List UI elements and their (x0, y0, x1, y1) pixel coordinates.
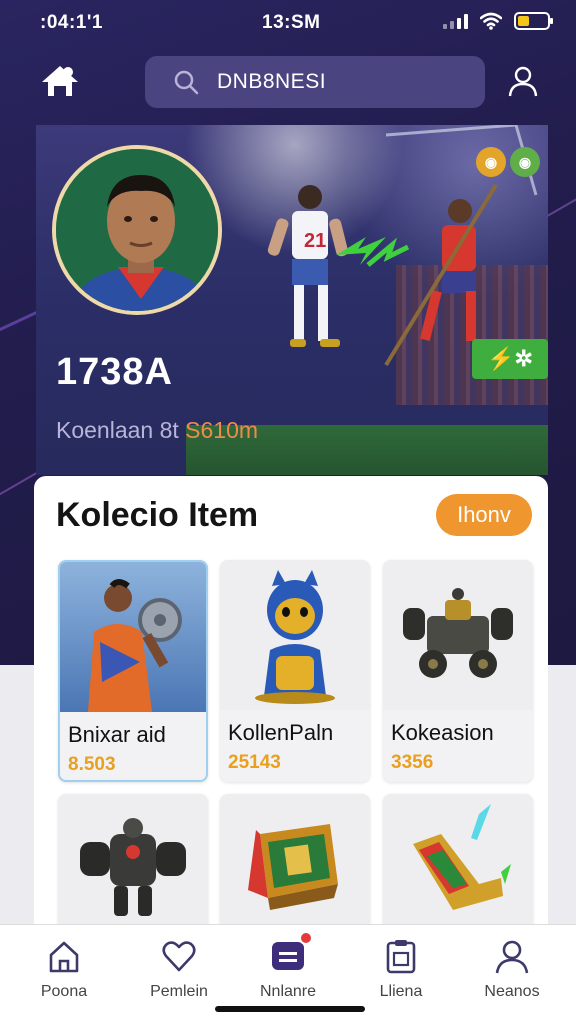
item-name: KollenPaln (228, 720, 334, 745)
meta-value: S610m (185, 417, 259, 443)
collection-title: Kolecio Item (56, 496, 259, 534)
player-shield-icon (88, 579, 182, 712)
status-bar: :04:1'1 13:SM (0, 0, 576, 46)
signal-icon (443, 13, 468, 29)
nav-home[interactable]: Poona (14, 937, 114, 1001)
coin-icon: ◉ (476, 147, 506, 177)
player-portrait-icon (56, 149, 218, 311)
svg-text:21: 21 (304, 230, 326, 252)
treasure-box-icon (248, 824, 338, 910)
nav-label: Poona (40, 983, 88, 1000)
nav-label: Lliena (379, 983, 423, 1000)
nav-wallet[interactable]: Nnlanre (238, 931, 338, 1001)
lightning-icon: ⚡✲ (487, 346, 533, 371)
notification-dot (299, 931, 313, 945)
item-price: 8.503 (68, 754, 116, 775)
search-bar[interactable]: DNB8NESI (145, 56, 485, 108)
nav-favorites[interactable]: Pemlein (129, 937, 229, 1001)
search-icon (174, 70, 199, 95)
player-avatar (52, 145, 222, 315)
item-thumbnail (58, 794, 208, 944)
home-button[interactable] (36, 58, 84, 106)
collection-section: Kolecio Item Ihonv Bnixar aid 8.503 Koll… (34, 476, 548, 944)
nav-profile[interactable]: Neanos (462, 937, 562, 1001)
item-thumbnail (60, 562, 206, 712)
home-icon (42, 66, 78, 96)
meta-label: Koenlaan 8t (56, 417, 179, 443)
coin-badges: ◉ ◉ (476, 147, 540, 177)
mascot-icon (255, 570, 335, 704)
item-thumbnail (383, 794, 533, 944)
battery-icon (514, 12, 553, 30)
item-thumbnail (383, 560, 533, 710)
mech-vehicle-icon (403, 588, 513, 678)
status-time-left: :04:1'1 (40, 12, 103, 33)
clipboard-icon (386, 940, 416, 974)
item-price: 25143 (228, 752, 281, 773)
collection-item[interactable] (383, 794, 533, 944)
app-header: DNB8NESI (0, 48, 576, 118)
player-meta: Koenlaan 8t S610m (56, 417, 258, 444)
nav-label: Pemlein (150, 983, 208, 1000)
item-name: Kokeasion (391, 720, 494, 745)
heart-icon (162, 941, 196, 972)
item-price: 3356 (391, 752, 434, 773)
collection-item[interactable] (58, 794, 208, 944)
collection-item[interactable] (220, 794, 370, 944)
collection-item[interactable]: Bnixar aid 8.503 (58, 560, 208, 782)
wifi-icon (480, 12, 502, 30)
boost-button[interactable]: ⚡✲ (472, 339, 548, 379)
item-name: Bnixar aid (68, 722, 166, 747)
home-indicator[interactable] (215, 1006, 365, 1012)
collection-item[interactable]: Kokeasion 3356 (383, 560, 533, 782)
nav-label: Neanos (484, 983, 540, 1000)
status-time-center: 13:SM (262, 12, 321, 33)
view-all-button[interactable]: Ihonv (436, 494, 532, 536)
profile-button[interactable] (500, 58, 546, 104)
robot-icon (80, 818, 186, 916)
item-thumbnail (220, 560, 370, 710)
coin-green-icon: ◉ (510, 147, 540, 177)
home-icon (49, 941, 79, 973)
boot-icon (413, 804, 511, 910)
nav-label: Nnlanre (259, 983, 317, 1000)
player-number: 1738A (56, 351, 173, 393)
hero-banner[interactable]: 21 ◉ ◉ 1738A Koenlaan 8t S610m ⚡✲ (36, 125, 548, 475)
search-text: DNB8NESI (217, 70, 327, 93)
item-thumbnail (220, 794, 370, 944)
user-icon (508, 66, 538, 97)
collection-item[interactable]: KollenPaln 25143 (220, 560, 370, 782)
profile-icon (495, 940, 529, 974)
status-icons (443, 12, 553, 30)
nav-tasks[interactable]: Lliena (351, 937, 451, 1001)
